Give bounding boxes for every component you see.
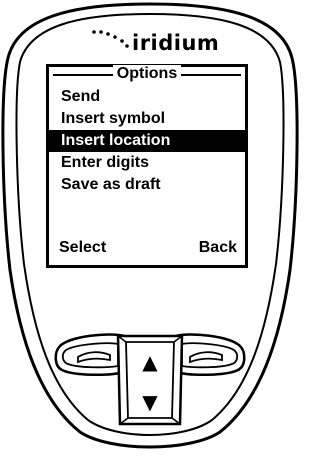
send-key[interactable] (54, 333, 126, 376)
down-arrow-icon[interactable]: ▼ (140, 392, 160, 412)
end-key[interactable] (174, 333, 246, 376)
phone-device: iridium Options Send Insert symbol Inser… (0, 0, 300, 460)
up-arrow-icon[interactable]: ▲ (140, 352, 160, 372)
